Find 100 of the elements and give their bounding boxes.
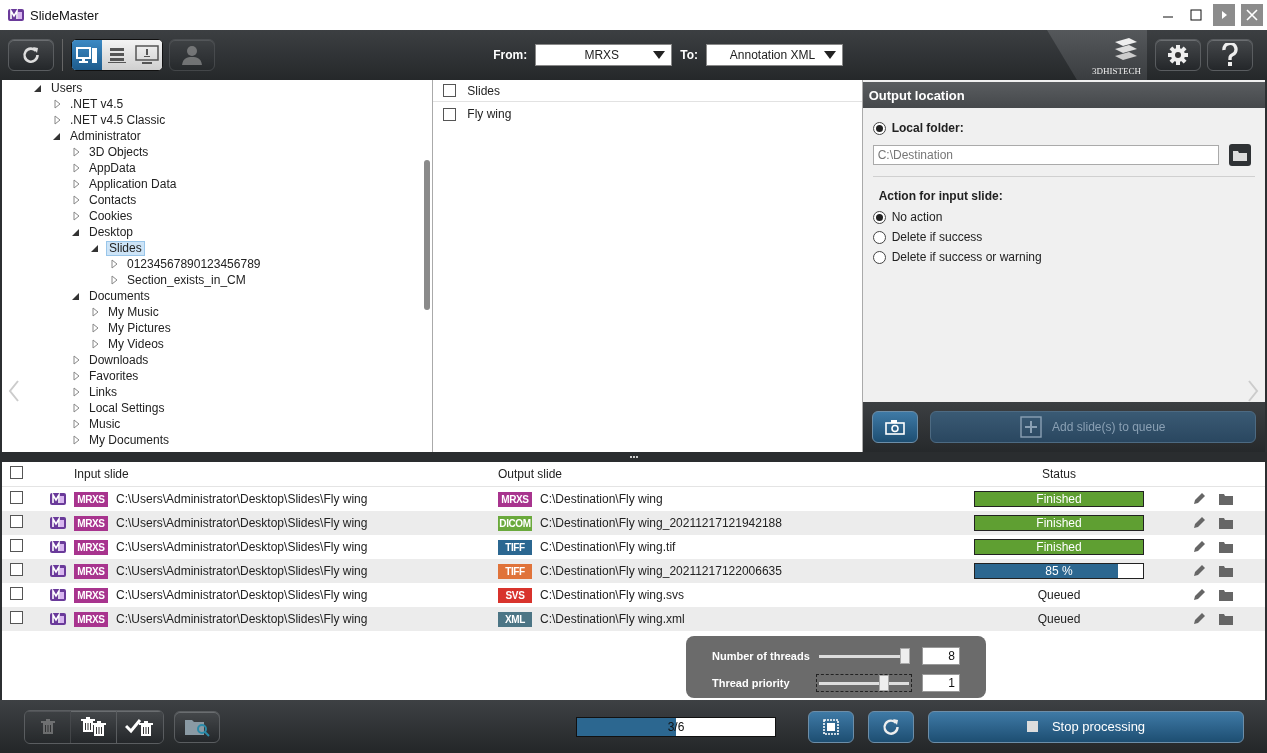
collapsed-arrow-icon[interactable] xyxy=(109,259,119,269)
radio-label[interactable]: Delete if success or warning xyxy=(891,250,1042,264)
collapsed-arrow-icon[interactable] xyxy=(71,195,81,205)
collapsed-arrow-icon[interactable] xyxy=(71,435,81,445)
radio-label[interactable]: No action xyxy=(891,210,943,224)
tree-item[interactable]: Links xyxy=(87,384,119,400)
folder-icon[interactable] xyxy=(1219,493,1233,505)
action-radio[interactable] xyxy=(872,230,886,244)
tree-item[interactable]: 3D Objects xyxy=(87,144,151,160)
edit-icon[interactable] xyxy=(1192,588,1206,602)
delete-finished-button[interactable] xyxy=(117,710,163,743)
help-button[interactable] xyxy=(1207,39,1253,71)
folder-icon[interactable] xyxy=(1219,541,1233,553)
tree-item[interactable]: Favorites xyxy=(87,368,141,384)
camera-button[interactable] xyxy=(871,411,918,443)
collapsed-arrow-icon[interactable] xyxy=(71,211,81,221)
stop-processing-button[interactable]: Stop processing xyxy=(928,710,1244,743)
checkbox[interactable] xyxy=(10,539,23,552)
tree-item[interactable]: My Pictures xyxy=(106,320,173,336)
action-radio[interactable] xyxy=(872,210,886,224)
edit-icon[interactable] xyxy=(1192,492,1206,506)
scrollbar[interactable] xyxy=(424,160,431,310)
cpu-button[interactable] xyxy=(808,710,854,743)
expanded-arrow-icon[interactable] xyxy=(71,291,81,301)
user-button[interactable] xyxy=(169,39,215,71)
tree-item[interactable]: Music xyxy=(87,416,123,432)
refresh-button[interactable] xyxy=(8,39,54,71)
tree-item[interactable]: My Videos xyxy=(106,336,166,352)
collapsed-arrow-icon[interactable] xyxy=(52,115,62,125)
select-all-checkbox[interactable] xyxy=(443,84,457,97)
tree-item[interactable]: Application Data xyxy=(87,176,179,192)
collapsed-arrow-icon[interactable] xyxy=(71,419,81,429)
value-field[interactable]: 1 xyxy=(922,673,960,692)
collapsed-arrow-icon[interactable] xyxy=(71,371,81,381)
from-dropdown[interactable]: MRXS xyxy=(535,44,673,66)
collapsed-arrow-icon[interactable] xyxy=(71,403,81,413)
tree-item[interactable]: Documents xyxy=(87,288,152,304)
to-dropdown[interactable]: Annotation XML xyxy=(706,44,843,66)
value-field[interactable]: 8 xyxy=(922,646,960,665)
tree-item[interactable]: Section_exists_in_CM xyxy=(125,272,248,288)
expanded-arrow-icon[interactable] xyxy=(33,83,43,93)
tree-item[interactable]: My Documents xyxy=(87,432,172,448)
expanded-arrow-icon[interactable] xyxy=(71,227,81,237)
action-radio[interactable] xyxy=(872,250,886,264)
collapsed-arrow-icon[interactable] xyxy=(71,179,81,189)
select-all-checkbox[interactable] xyxy=(10,466,23,479)
tree-item[interactable]: AppData xyxy=(87,160,138,176)
edit-icon[interactable] xyxy=(1192,564,1206,578)
folder-search-button[interactable] xyxy=(174,710,220,743)
collapsed-arrow-icon[interactable] xyxy=(90,323,100,333)
folder-icon[interactable] xyxy=(1219,517,1233,529)
expanded-arrow-icon[interactable] xyxy=(90,243,100,253)
refresh-button[interactable] xyxy=(868,710,914,743)
checkbox[interactable] xyxy=(10,563,23,576)
view-mode-tab[interactable] xyxy=(72,40,102,70)
local-folder-radio[interactable] xyxy=(872,121,886,135)
checkbox[interactable] xyxy=(10,587,23,600)
collapsed-arrow-icon[interactable] xyxy=(52,99,62,109)
collapsed-arrow-icon[interactable] xyxy=(71,147,81,157)
folder-path-field[interactable]: C:\Destination xyxy=(872,145,1219,165)
tree-item[interactable]: .NET v4.5 Classic xyxy=(68,112,168,128)
folder-icon[interactable] xyxy=(1219,565,1233,577)
collapsed-arrow-icon[interactable] xyxy=(71,387,81,397)
tree-item[interactable]: Desktop xyxy=(87,224,136,240)
collapsed-arrow-icon[interactable] xyxy=(90,307,100,317)
checkbox[interactable] xyxy=(10,515,23,528)
edit-icon[interactable] xyxy=(1192,540,1206,554)
slider[interactable] xyxy=(816,673,912,692)
browse-folder-button[interactable] xyxy=(1228,144,1251,166)
edit-icon[interactable] xyxy=(1192,516,1206,530)
checkbox[interactable] xyxy=(443,107,457,121)
tree-item[interactable]: .NET v4.5 xyxy=(68,96,126,112)
collapsed-arrow-icon[interactable] xyxy=(109,275,119,285)
folder-icon[interactable] xyxy=(1219,589,1233,601)
tree-item[interactable]: Administrator xyxy=(68,128,143,144)
tree-item[interactable]: Contacts xyxy=(87,192,139,208)
tree-item[interactable]: My Music xyxy=(106,304,161,320)
collapsed-arrow-icon[interactable] xyxy=(71,355,81,365)
slide-item[interactable]: Fly wing xyxy=(467,107,512,121)
checkbox[interactable] xyxy=(10,611,23,624)
view-mode-tab[interactable] xyxy=(132,40,162,70)
settings-button[interactable] xyxy=(1155,39,1201,71)
collapsed-arrow-icon[interactable] xyxy=(90,339,100,349)
radio-label[interactable]: Delete if success xyxy=(891,230,983,244)
checkbox[interactable] xyxy=(10,491,23,504)
tree-item[interactable]: Cookies xyxy=(87,208,135,224)
tree-item[interactable]: Local Settings xyxy=(87,400,167,416)
slider[interactable] xyxy=(816,646,912,665)
tree-item[interactable]: Users xyxy=(49,80,85,96)
play-icon[interactable] xyxy=(1213,4,1235,26)
view-mode-tab[interactable] xyxy=(102,40,132,70)
edit-icon[interactable] xyxy=(1192,612,1206,626)
radio-label[interactable]: Local folder: xyxy=(891,121,964,135)
tree-item[interactable]: 01234567890123456789 xyxy=(125,256,263,272)
collapsed-arrow-icon[interactable] xyxy=(71,163,81,173)
close-icon[interactable] xyxy=(1241,4,1263,26)
expanded-arrow-icon[interactable] xyxy=(52,131,62,141)
tree-item[interactable]: Slides xyxy=(106,240,145,256)
delete-all-button[interactable] xyxy=(71,710,117,743)
tree-item[interactable]: Downloads xyxy=(87,352,151,368)
